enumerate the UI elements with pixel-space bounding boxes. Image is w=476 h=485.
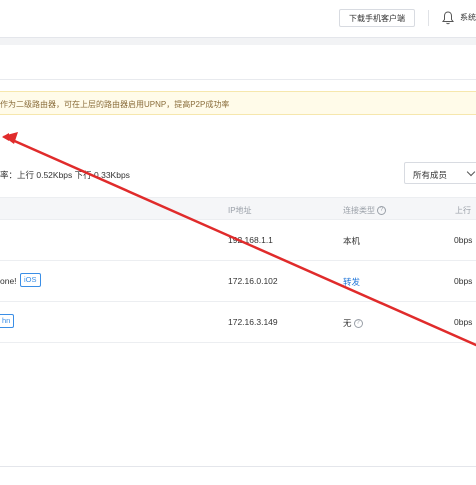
divider: [0, 79, 476, 80]
column-header-connection-label: 连接类型: [343, 206, 375, 215]
top-bar: 下载手机客户端 系统: [0, 0, 476, 38]
divider: [0, 466, 476, 467]
notice-text: 作为二级路由器，可在上层的路由器启用UPNP，提高P2P成功率: [0, 100, 230, 109]
divider: [428, 10, 429, 26]
table-header: IP地址 连接类型? 上行: [0, 197, 476, 220]
row-ip: 172.16.3.149: [228, 317, 278, 327]
row-connection: 本机: [343, 236, 361, 246]
row-ip: 192.168.1.1: [228, 235, 273, 245]
bell-icon[interactable]: [442, 11, 454, 25]
os-badge: iOS: [20, 273, 41, 287]
download-client-button[interactable]: 下载手机客户端: [339, 9, 415, 27]
device-badge: hn: [0, 314, 15, 328]
table-row[interactable]: 192.168.1.1 本机 0bps: [0, 220, 476, 261]
speed-summary: 率：上行 0.52Kbps 下行 0.33Kbps: [0, 170, 130, 180]
row-connection-label: 无: [343, 318, 352, 328]
notice-bar: 作为二级路由器，可在上层的路由器启用UPNP，提高P2P成功率: [0, 91, 476, 115]
row-ip: 172.16.0.102: [228, 276, 278, 286]
row-connection-link[interactable]: 转发: [343, 276, 360, 288]
column-header-ip: IP地址: [228, 206, 252, 215]
column-header-connection: 连接类型?: [343, 205, 386, 216]
column-header-upload: 上行: [455, 206, 471, 215]
row-upload: 0bps: [454, 317, 473, 327]
row-upload: 0bps: [454, 276, 473, 286]
member-filter-value: 所有成员: [413, 170, 448, 180]
row-upload: 0bps: [454, 235, 473, 245]
system-menu-label[interactable]: 系统: [460, 12, 476, 23]
chevron-down-icon: [466, 167, 476, 177]
row-connection: 无?: [343, 317, 363, 329]
arrow-head-icon: [2, 133, 9, 141]
help-icon[interactable]: ?: [377, 206, 386, 216]
help-icon[interactable]: ?: [353, 319, 363, 329]
member-filter-select[interactable]: 所有成员: [404, 162, 476, 184]
row-device-name: one!: [0, 276, 17, 286]
table-row[interactable]: hn 172.16.3.149 无? 0bps: [0, 302, 476, 343]
table-row[interactable]: one! iOS 172.16.0.102 转发 0bps: [0, 261, 476, 302]
